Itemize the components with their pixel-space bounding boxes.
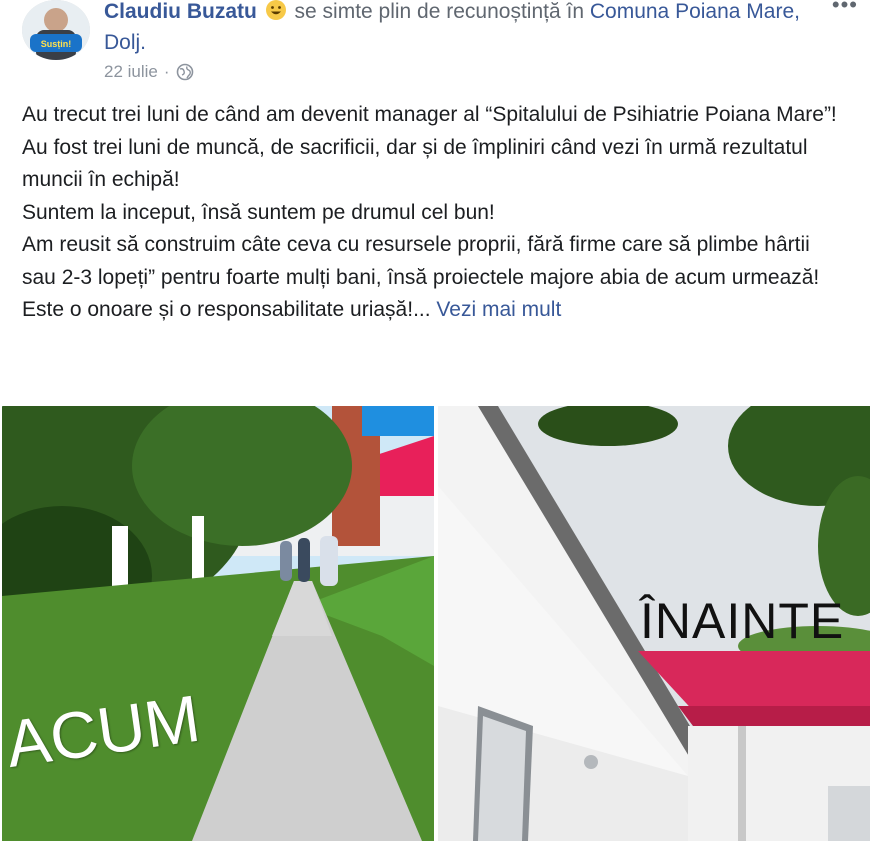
post-title-line: Claudiu Buzatu se simte plin de recunoșt… <box>104 0 804 58</box>
body-line: Au trecut trei luni de când am devenit m… <box>22 103 837 126</box>
body-line: Am reusit să construim câte ceva cu resu… <box>22 233 820 289</box>
body-line: Suntem la inceput, însă suntem pe drumul… <box>22 200 495 224</box>
photo-after[interactable]: ACUM <box>2 406 434 841</box>
globe-icon[interactable] <box>176 63 194 81</box>
avatar-badge-text: Susțin! <box>41 39 72 49</box>
body-line: Au fost trei luni de muncă, de sacrifici… <box>22 135 808 192</box>
photo-grid: ACUM ÎNAINTE <box>0 406 870 841</box>
post-meta: 22 iulie · <box>104 62 194 82</box>
meta-separator: · <box>163 62 170 81</box>
more-options-icon[interactable]: ••• <box>832 0 858 18</box>
post-date[interactable]: 22 iulie <box>104 62 158 82</box>
post-body: Au trecut trei luni de când am devenit m… <box>22 99 842 327</box>
smile-emoji-icon <box>265 0 287 21</box>
body-line-text: Este o onoare și o responsabilitate uria… <box>22 298 431 321</box>
post-header: Susțin! Claudiu Buzatu se simte plin de … <box>0 0 870 100</box>
avatar-image: Susțin! <box>22 0 90 60</box>
author-avatar[interactable]: Susțin! <box>22 0 90 60</box>
author-name[interactable]: Claudiu Buzatu <box>104 0 257 23</box>
activity-text: se simte plin de recunoștință în <box>294 0 585 23</box>
photo-before[interactable]: ÎNAINTE <box>438 406 870 841</box>
body-line-last: Este o onoare și o responsabilitate uria… <box>22 294 842 327</box>
inainte-label: ÎNAINTE <box>640 593 845 649</box>
see-more-link[interactable]: Vezi mai mult <box>436 298 561 321</box>
